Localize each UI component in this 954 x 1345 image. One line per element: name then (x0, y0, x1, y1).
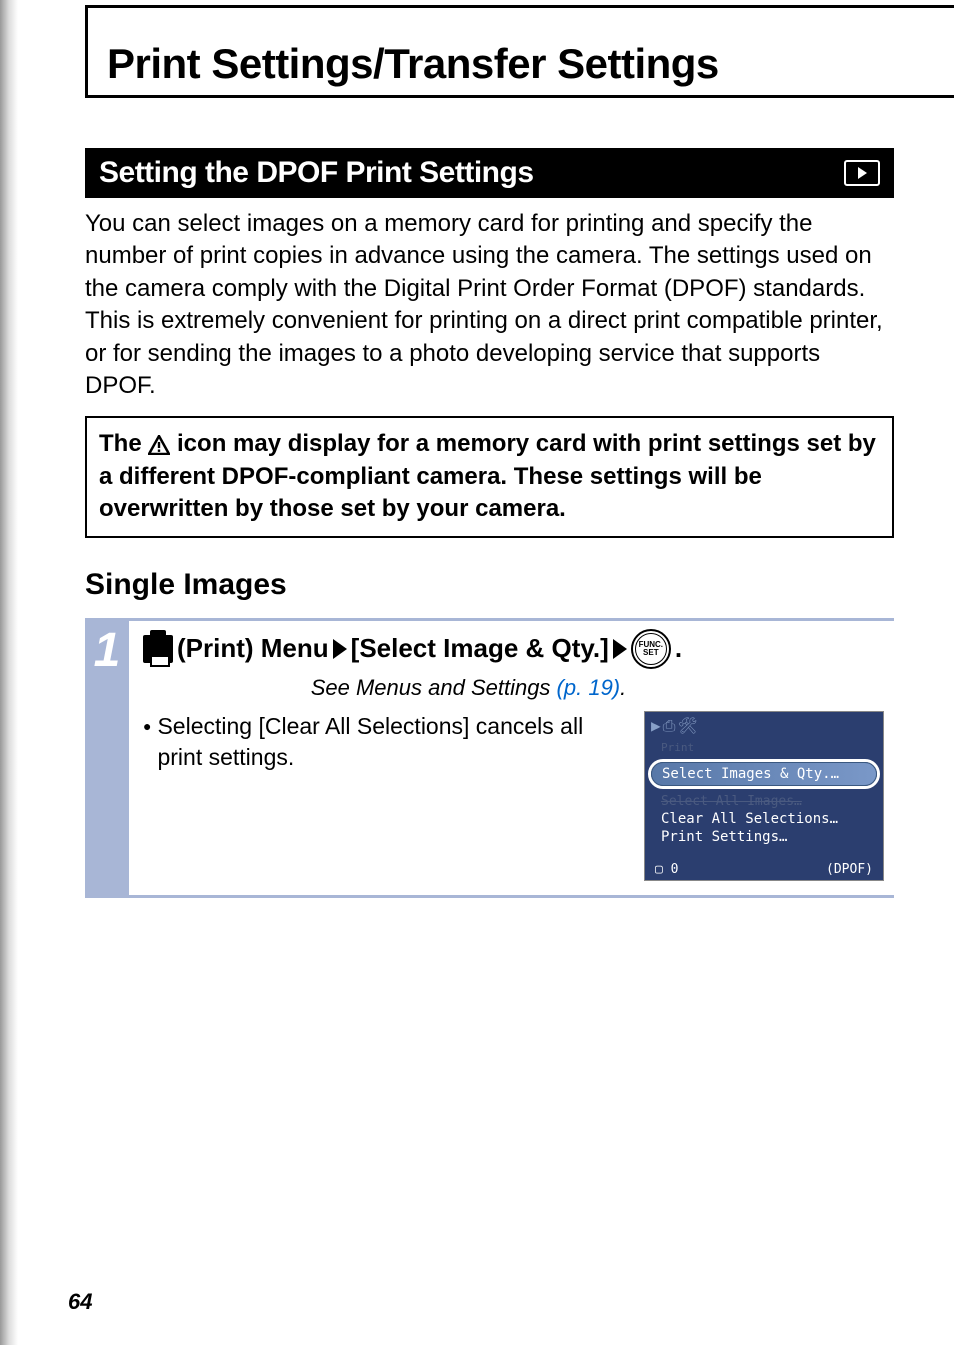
cam-footer-right: (DPOF) (826, 862, 873, 877)
bullet-item: Selecting [Clear All Selections] cancels… (143, 711, 624, 773)
vertical-rule (85, 5, 88, 95)
playback-icon (844, 160, 880, 186)
select-label: [Select Image & Qty.] (351, 633, 609, 664)
see-reference: See Menus and Settings (p. 19). (53, 675, 884, 701)
step-body: Selecting [Clear All Selections] cancels… (143, 711, 884, 881)
note-pre: The (99, 430, 148, 457)
top-rule (85, 5, 954, 8)
highlight-callout: Select Images & Qty.… (648, 759, 880, 789)
arrow-icon (333, 639, 347, 659)
warning-icon (148, 435, 170, 455)
tab-print-icon: ⎙ (663, 716, 676, 736)
cam-menu-title: Print (651, 740, 877, 755)
page-title: Print Settings/Transfer Settings (107, 40, 894, 88)
camera-screen: ▶ ⎙ 🛠 Print Select Images & Qty.… Select… (644, 711, 884, 881)
print-menu-label: (Print) Menu (177, 633, 329, 664)
period: . (675, 633, 682, 664)
cam-item-settings: Print Settings… (651, 828, 877, 846)
step-title: (Print) Menu [Select Image & Qty.] FUNC.… (143, 629, 884, 669)
bullet-text: Selecting [Clear All Selections] cancels… (157, 711, 624, 773)
func-label-bottom: SET (643, 649, 659, 657)
cam-footer-left: ▢ 0 (655, 862, 678, 877)
print-icon (143, 635, 173, 663)
page-number: 64 (68, 1289, 92, 1315)
see-post: . (620, 675, 626, 700)
step-body-text: Selecting [Clear All Selections] cancels… (143, 711, 624, 881)
see-pre: See Menus and Settings (311, 675, 557, 700)
note-post: icon may display for a memory card with … (99, 430, 876, 522)
page-gutter (0, 0, 18, 1345)
camera-footer: ▢ 0 (DPOF) (655, 862, 873, 877)
camera-tabs: ▶ ⎙ 🛠 (645, 712, 883, 740)
sub-heading: Single Images (85, 568, 894, 602)
func-set-icon: FUNC. SET (631, 629, 671, 669)
tab-tools-icon: 🛠 (677, 716, 697, 736)
cam-item-highlighted: Select Images & Qty.… (651, 762, 877, 786)
step-block: 1 (Print) Menu [Select Image & Qty.] FUN… (85, 618, 894, 898)
step-number: 1 (85, 621, 129, 895)
section-header: Setting the DPOF Print Settings (85, 148, 894, 198)
title-underline (85, 95, 954, 98)
cam-item-faded: Select All Images… (651, 793, 877, 810)
step-content: (Print) Menu [Select Image & Qty.] FUNC.… (129, 621, 894, 895)
content: Setting the DPOF Print Settings You can … (85, 148, 894, 898)
section-title: Setting the DPOF Print Settings (99, 156, 534, 190)
camera-menu: Print Select Images & Qty.… Select All I… (645, 740, 883, 846)
warning-note: The icon may display for a memory card w… (85, 416, 894, 537)
cam-item-clear: Clear All Selections… (651, 810, 877, 828)
page-link[interactable]: (p. 19) (557, 675, 621, 700)
tab-play-icon: ▶ (651, 716, 661, 736)
intro-paragraph: You can select images on a memory card f… (85, 208, 894, 402)
arrow-icon (613, 639, 627, 659)
